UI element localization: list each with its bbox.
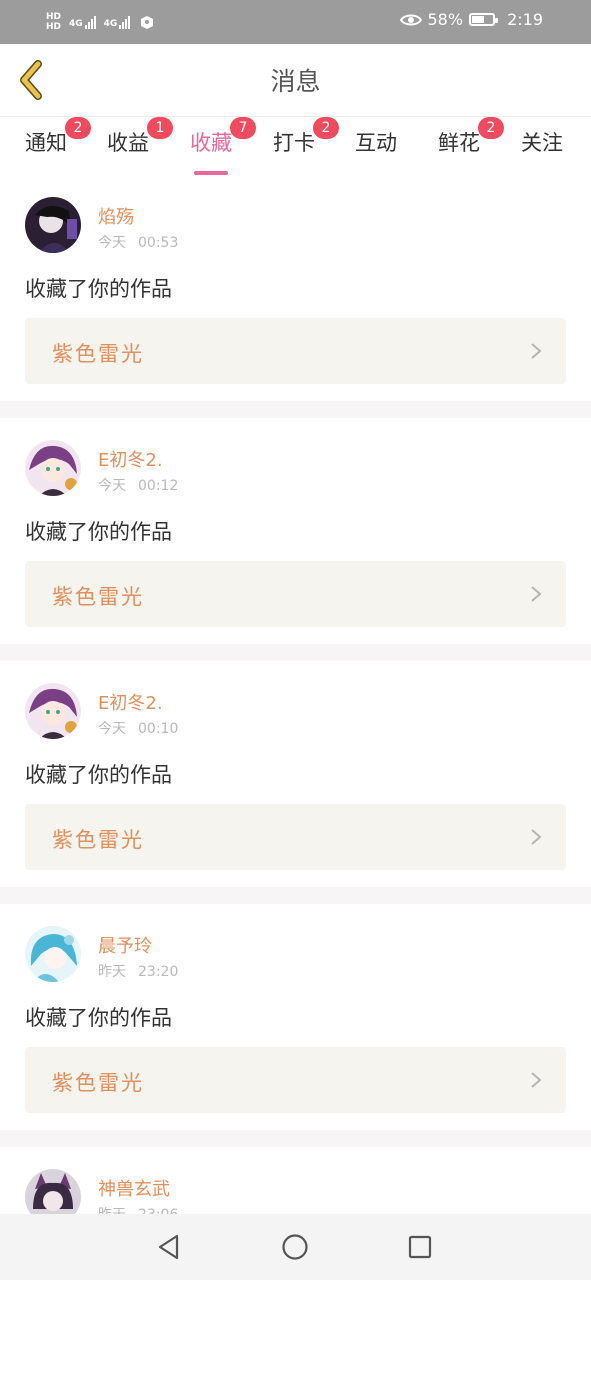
favorites-list: 焰殇 今天 00:53 收藏了你的作品 紫色雷光 E初冬2. 今天 00:12 收藏…	[0, 175, 591, 1373]
list-item: 晨予玲 昨天 23:20 收藏了你的作品 紫色雷光	[0, 904, 591, 1130]
hd-label-2: HD	[46, 22, 62, 32]
avatar[interactable]	[25, 197, 81, 253]
battery-icon	[469, 13, 499, 26]
time-label: 00:12	[138, 478, 179, 494]
avatar[interactable]	[25, 926, 81, 982]
time-label: 00:53	[138, 235, 179, 251]
divider	[0, 401, 591, 418]
tab-flowers[interactable]: 鲜花 2	[438, 117, 504, 157]
tab-checkin[interactable]: 打卡 2	[273, 117, 339, 157]
chevron-right-icon	[531, 1072, 542, 1088]
chevron-right-icon	[531, 586, 542, 602]
status-bar: HD HD 4G 4G 58% 2:19	[0, 0, 591, 44]
timestamp: 昨天 23:20	[98, 961, 190, 981]
timestamp: 今天 00:10	[98, 718, 190, 738]
nav-header: 消息	[0, 44, 591, 117]
signal-bars-icon	[84, 15, 96, 29]
tab-label: 互动	[355, 131, 397, 155]
divider	[0, 887, 591, 904]
clock: 2:19	[507, 10, 543, 29]
username-link[interactable]: E初冬2.	[98, 446, 163, 472]
tab-label: 鲜花	[438, 131, 480, 155]
tab-label: 收益	[107, 131, 149, 155]
tab-label: 通知	[25, 131, 67, 155]
work-title: 紫色雷光	[52, 342, 144, 366]
day-label: 今天	[98, 235, 126, 251]
tab-label: 收藏	[190, 131, 232, 155]
avatar[interactable]	[25, 683, 81, 739]
hd-indicators: HD HD	[46, 12, 61, 32]
timestamp: 今天 00:53	[98, 232, 190, 252]
list-item: 焰殇 今天 00:53 收藏了你的作品 紫色雷光	[0, 175, 591, 401]
chevron-right-icon	[531, 829, 542, 845]
network-label-2: 4G	[103, 19, 118, 29]
list-item: E初冬2. 今天 00:10 收藏了你的作品 紫色雷光	[0, 661, 591, 887]
tab-earnings[interactable]: 收益 1	[107, 117, 173, 157]
signal-2: 4G	[104, 15, 131, 29]
time-label: 00:10	[138, 721, 179, 737]
divider	[0, 1130, 591, 1147]
network-label-1: 4G	[69, 19, 83, 29]
username-link[interactable]: E初冬2.	[98, 689, 163, 715]
timestamp: 今天 00:12	[98, 475, 190, 495]
work-title: 紫色雷光	[52, 585, 144, 609]
username-link[interactable]: 神兽玄武	[98, 1175, 170, 1201]
work-link[interactable]: 紫色雷光	[25, 318, 566, 384]
notification-app-icon	[141, 16, 154, 29]
day-label: 今天	[98, 721, 126, 737]
status-left: HD HD 4G 4G	[46, 6, 156, 38]
unread-badge: 7	[230, 117, 256, 139]
action-text: 收藏了你的作品	[25, 1006, 172, 1030]
tab-favorites[interactable]: 收藏 7	[190, 117, 256, 175]
page-title: 消息	[270, 67, 321, 96]
tab-label: 打卡	[273, 131, 315, 155]
system-nav-bar	[0, 1214, 591, 1280]
chevron-right-icon	[531, 343, 542, 359]
triangle-back-icon[interactable]	[155, 1233, 183, 1261]
time-label: 23:20	[138, 964, 179, 980]
action-text: 收藏了你的作品	[25, 277, 172, 301]
signal-bars-icon	[119, 15, 131, 29]
username-link[interactable]: 晨予玲	[98, 932, 152, 958]
action-text: 收藏了你的作品	[25, 520, 172, 544]
day-label: 今天	[98, 478, 126, 494]
eye-comfort-icon	[399, 14, 422, 25]
divider	[0, 644, 591, 661]
battery-percent: 58%	[427, 10, 464, 29]
work-link[interactable]: 紫色雷光	[25, 804, 566, 870]
tab-label: 关注	[521, 131, 563, 155]
action-text: 收藏了你的作品	[25, 763, 172, 787]
work-link[interactable]: 紫色雷光	[25, 561, 566, 627]
avatar[interactable]	[25, 440, 81, 496]
signal-1: 4G	[69, 15, 96, 29]
unread-badge: 2	[478, 117, 504, 139]
tab-interactions[interactable]: 互动	[355, 127, 397, 157]
message-tabs: 通知 2 收益 1 收藏 7 打卡 2 互动 鲜花 2 关注	[0, 117, 591, 175]
unread-badge: 2	[65, 117, 91, 139]
day-label: 昨天	[98, 964, 126, 980]
status-right: 58% 2:19	[399, 10, 543, 29]
circle-home-icon[interactable]	[281, 1233, 309, 1261]
list-item: E初冬2. 今天 00:12 收藏了你的作品 紫色雷光	[0, 418, 591, 644]
tab-follows[interactable]: 关注	[521, 127, 563, 157]
work-title: 紫色雷光	[52, 828, 144, 852]
unread-badge: 2	[313, 117, 339, 139]
username-link[interactable]: 焰殇	[98, 203, 134, 229]
unread-badge: 1	[147, 117, 173, 139]
hd-label-1: HD	[46, 12, 62, 22]
work-link[interactable]: 紫色雷光	[25, 1047, 566, 1113]
tab-notifications[interactable]: 通知 2	[25, 117, 91, 157]
work-title: 紫色雷光	[52, 1071, 144, 1095]
square-recent-icon[interactable]	[406, 1233, 434, 1261]
